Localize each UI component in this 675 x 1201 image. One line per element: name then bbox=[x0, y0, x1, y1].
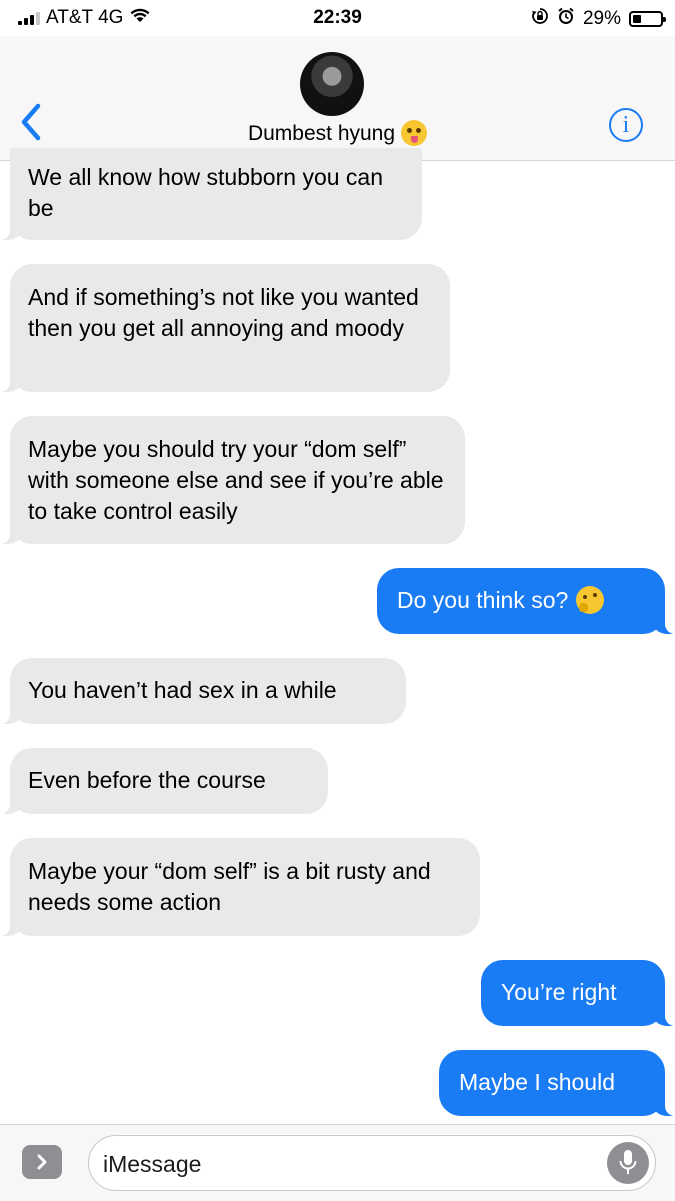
info-button[interactable]: i bbox=[609, 108, 643, 142]
contact-name-row[interactable]: Dumbest hyung bbox=[0, 120, 675, 146]
contact-avatar[interactable] bbox=[300, 52, 364, 116]
status-bar: AT&T 4G 22:39 29% bbox=[0, 0, 675, 36]
message-text: Maybe you should try your “dom self” wit… bbox=[28, 436, 444, 524]
microphone-icon bbox=[619, 1150, 637, 1174]
zany-face-emoji bbox=[401, 120, 428, 146]
message-text: We all know how stubborn you can be bbox=[28, 164, 383, 221]
battery-icon bbox=[629, 11, 666, 27]
message-bubble-received[interactable]: Even before the course bbox=[0, 748, 328, 814]
message-bubble-received[interactable]: And if something’s not like you wanted t… bbox=[0, 264, 450, 392]
imessage-input[interactable] bbox=[101, 1148, 585, 1180]
message-bubble-sent[interactable]: Maybe I should bbox=[439, 1050, 675, 1116]
dictation-button[interactable] bbox=[607, 1142, 649, 1184]
message-field[interactable] bbox=[88, 1135, 656, 1191]
contact-name: Dumbest hyung bbox=[247, 122, 396, 145]
message-text-row: Do you think so? bbox=[397, 585, 647, 616]
thinking-face-emoji bbox=[576, 586, 605, 614]
message-bubble-sent[interactable]: Do you think so? bbox=[377, 568, 675, 634]
expand-apps-button[interactable] bbox=[22, 1145, 62, 1179]
message-text: Maybe your “dom self” is a bit rusty and… bbox=[28, 858, 431, 915]
conversation-header: Dumbest hyung i bbox=[0, 36, 675, 161]
message-text: Maybe I should bbox=[459, 1069, 615, 1095]
alarm-icon bbox=[557, 7, 575, 31]
message-text: And if something’s not like you wanted t… bbox=[28, 284, 419, 341]
info-icon: i bbox=[622, 112, 630, 138]
message-bubble-received[interactable]: Maybe you should try your “dom self” wit… bbox=[0, 416, 465, 544]
message-text: You haven’t had sex in a while bbox=[28, 677, 337, 703]
message-text: Do you think so? bbox=[397, 587, 569, 613]
status-right: 29% bbox=[531, 7, 666, 31]
message-text: Even before the course bbox=[28, 767, 266, 793]
message-bubble-received[interactable]: Maybe your “dom self” is a bit rusty and… bbox=[0, 838, 480, 936]
chevron-right-icon bbox=[37, 1154, 47, 1170]
message-bubble-sent[interactable]: You’re right bbox=[481, 960, 675, 1026]
orientation-lock-icon bbox=[531, 7, 549, 31]
message-text: You’re right bbox=[501, 979, 617, 1005]
battery-percent: 29% bbox=[582, 8, 621, 29]
message-bubble-received[interactable]: We all know how stubborn you can be bbox=[0, 148, 422, 240]
message-bubble-received[interactable]: You haven’t had sex in a while bbox=[0, 658, 406, 724]
compose-bar bbox=[0, 1124, 675, 1201]
